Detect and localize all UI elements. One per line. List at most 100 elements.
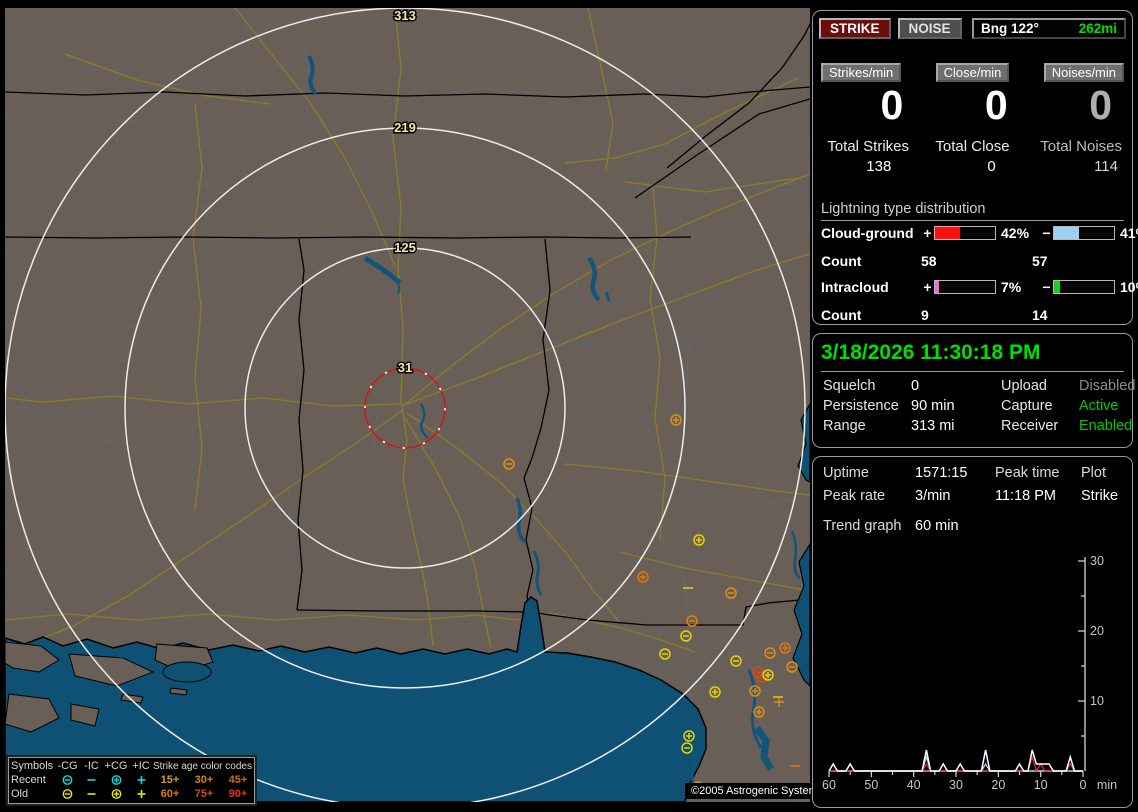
legend-col-ic-neg: -IC [80,760,103,772]
recent-ic-neg-icon [80,774,103,786]
receiver-status: Enabled [1079,418,1132,434]
ic-negative-pct: 10% [1115,279,1138,295]
minus-sign: − [1040,225,1053,241]
svg-text:125: 125 [394,240,416,255]
upload-label: Upload [1001,378,1079,394]
noise-button[interactable]: NOISE [898,18,962,39]
range-value: 313 mi [911,418,1001,434]
trend-panel: Uptime 1571:15 Peak time Plot Peak rate … [812,456,1133,808]
upload-status: Disabled [1079,378,1135,394]
total-strikes-value: 138 [821,158,915,175]
ic-positive-count: 9 [921,307,1032,323]
distribution-title: Lightning type distribution [821,201,1124,221]
peak-rate-label: Peak rate [823,488,915,504]
noises-per-min-button[interactable]: Noises/min [1044,63,1124,82]
legend-age-title: Strike age color codes [153,761,255,772]
trend-series-strikes-total [829,750,1083,771]
minus-sign: − [1040,279,1053,295]
cloud-ground-count-row: Count 58 57 [821,253,1128,269]
count-label: Count [821,253,921,269]
close-rate-value: 0 [925,85,1019,126]
stats-row: Trend graph 60 min [823,518,1126,534]
recent-cg-neg-icon [55,774,80,786]
recent-ic-pos-icon [129,774,153,786]
stats-row: Uptime 1571:15 Peak time Plot [823,465,1126,481]
bearing-range: 262mi [1079,21,1117,36]
map-pane[interactable]: 313 219 125 31 Symbols -CG -IC +CG +IC Stri… [5,8,810,802]
peak-time-value: 11:18 PM [995,488,1081,504]
ic-negative-count: 14 [1032,307,1128,323]
ic-positive-pct: 7% [996,279,1040,295]
bearing-label: Bng 122° [981,21,1039,36]
cg-negative-pct: 41% [1115,225,1138,241]
peak-time-label: Peak time [995,465,1081,481]
age-30: 30+ [187,774,221,786]
ic-negative-bar [1053,280,1115,294]
status-row: Squelch 0 Upload Disabled [823,378,1126,394]
legend-col-cg-pos: +CG [103,760,129,772]
ic-positive-bar [934,280,996,294]
cloud-ground-row: Cloud-ground + 42% − 41% [821,225,1128,241]
svg-text:40: 40 [907,778,921,792]
bearing-display[interactable]: Bng 122° 262mi [972,18,1126,39]
intracloud-count-row: Count 9 14 [821,307,1128,323]
old-cg-pos-icon [103,788,129,800]
age-75: 75+ [187,788,221,800]
squelch-label: Squelch [823,378,911,394]
lake-pontchartrain [163,662,211,682]
old-ic-pos-icon [129,788,153,800]
age-90: 90+ [221,788,255,800]
range-label: Range [823,418,911,434]
age-15: 15+ [153,774,187,786]
small-lake [116,650,130,658]
strikes-per-min-button[interactable]: Strikes/min [821,63,901,82]
noises-rate-value: 0 [1030,85,1124,126]
svg-text:313: 313 [394,8,416,23]
old-cg-neg-icon [55,788,80,800]
svg-text:10: 10 [1034,778,1048,792]
svg-text:30: 30 [1090,554,1104,568]
svg-text:30: 30 [949,778,963,792]
cg-positive-bar [934,226,996,240]
plot-label: Plot [1081,465,1126,481]
status-panel: 3/18/2026 11:30:18 PM Squelch 0 Upload D… [812,333,1133,448]
plot-mode-value: Strike [1081,488,1126,504]
legend-old-label: Old [11,788,55,800]
svg-text:10: 10 [1090,694,1104,708]
capture-label: Capture [1001,398,1079,414]
svg-text:31: 31 [398,360,412,375]
peak-rate-value: 3/min [915,488,995,504]
capture-status: Active [1079,398,1126,414]
plus-sign: + [921,225,934,241]
datetime-display: 3/18/2026 11:30:18 PM [821,341,1124,372]
status-row: Persistence 90 min Capture Active [823,398,1126,414]
close-per-min-button[interactable]: Close/min [936,63,1010,82]
map-legend: Symbols -CG -IC +CG +IC Strike age color… [8,757,255,804]
persistence-label: Persistence [823,398,911,414]
trend-graph-label: Trend graph [823,518,915,534]
cloud-ground-label: Cloud-ground [821,225,921,241]
cg-negative-count: 57 [1032,253,1128,269]
total-close-value: 0 [925,158,1019,175]
svg-text:219: 219 [394,120,416,135]
copyright-label: ©2005 Astrogenic Systems [685,783,829,799]
svg-text:50: 50 [864,778,878,792]
legend-col-cg-neg: -CG [55,760,80,772]
lightning-map[interactable]: 313 219 125 31 [5,8,810,802]
count-label: Count [821,307,921,323]
svg-text:min: min [1097,778,1117,792]
svg-text:0: 0 [1080,778,1087,792]
cg-positive-count: 58 [921,253,1032,269]
uptime-label: Uptime [823,465,915,481]
legend-col-ic-pos: +IC [129,760,153,772]
persistence-value: 90 min [911,398,1001,414]
legend-recent-label: Recent [11,774,55,786]
strike-stats-panel: STRIKE NOISE Bng 122° 262mi Strikes/min … [812,10,1133,325]
svg-text:60: 60 [822,778,836,792]
receiver-label: Receiver [1001,418,1079,434]
strike-button[interactable]: STRIKE [819,18,891,39]
recent-cg-pos-icon [103,774,129,786]
strikes-rate-value: 0 [821,85,915,126]
total-close-label: Total Close [925,138,1019,155]
squelch-value: 0 [911,378,1001,394]
